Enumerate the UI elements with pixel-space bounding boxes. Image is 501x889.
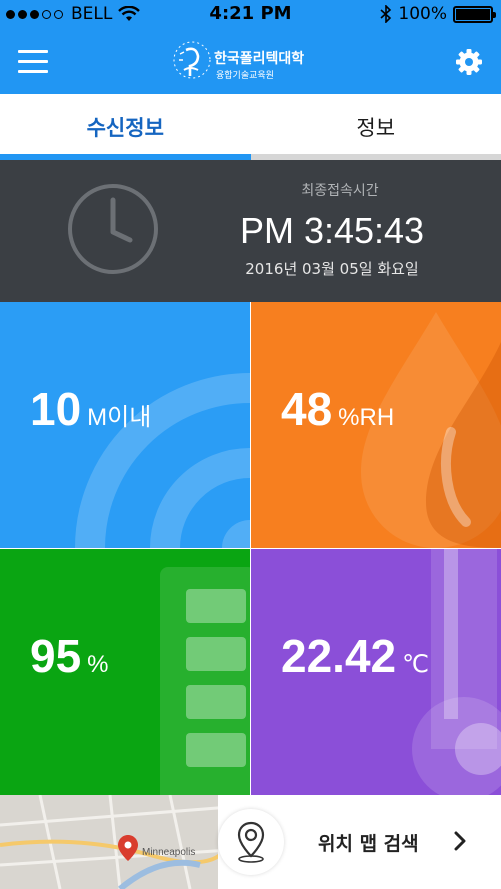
battery-tile[interactable]: 95% bbox=[0, 549, 250, 795]
logo-subtitle: 융합기술교육원 bbox=[216, 71, 274, 81]
map-pin-badge bbox=[218, 809, 284, 875]
status-right: 100% bbox=[380, 4, 496, 24]
temperature-unit: ℃ bbox=[402, 651, 430, 678]
gear-icon bbox=[456, 49, 482, 75]
map-search-label: 위치 맵 검색 bbox=[318, 833, 419, 855]
distance-unit: M이내 bbox=[87, 404, 152, 431]
map-search-button[interactable]: 위치 맵 검색 bbox=[218, 795, 501, 889]
map-place-label: Minneapolis bbox=[142, 847, 196, 858]
tab-bar: 수신정보 정보 bbox=[0, 94, 501, 160]
humidity-value: 48 %RH bbox=[281, 382, 394, 436]
humidity-tile[interactable]: 48 %RH bbox=[251, 302, 501, 548]
last-access-panel: 최종접속시간 PM 3:45:43 2016년 03월 05일 화요일 bbox=[0, 160, 501, 302]
battery-number: 95 bbox=[30, 630, 82, 682]
last-access-label: 최종접속시간 bbox=[301, 183, 379, 199]
tab-label: 수신정보 bbox=[86, 116, 164, 140]
tab-info[interactable]: 정보 bbox=[250, 94, 501, 160]
distance-value: 10 M이내 bbox=[30, 382, 151, 436]
logo-title: 한국폴리텍대학 bbox=[214, 51, 305, 67]
app-logo: 한국폴리텍대학 융합기술교육원 bbox=[170, 38, 330, 86]
status-bar: BELL 4:21 PM 100% bbox=[0, 0, 501, 30]
tab-label: 정보 bbox=[356, 116, 396, 140]
temperature-number: 22.42 bbox=[281, 630, 397, 682]
clock-icon bbox=[68, 184, 158, 274]
distance-number: 10 bbox=[30, 383, 82, 435]
menu-button[interactable] bbox=[18, 50, 48, 74]
last-access-date: 2016년 03월 05일 화요일 bbox=[245, 260, 419, 278]
battery-percent: 100% bbox=[398, 4, 447, 24]
temperature-tile[interactable]: 22.42 ℃ bbox=[251, 549, 501, 795]
distance-tile[interactable]: 10 M이내 bbox=[0, 302, 250, 548]
humidity-unit: %RH bbox=[338, 404, 395, 431]
polytech-logo-icon bbox=[173, 41, 211, 79]
hamburger-icon bbox=[18, 50, 48, 53]
humidity-number: 48 bbox=[281, 383, 333, 435]
bluetooth-icon bbox=[380, 5, 392, 23]
battery-value: 95% bbox=[30, 629, 109, 683]
location-pin-icon bbox=[237, 821, 265, 863]
settings-button[interactable] bbox=[455, 48, 483, 76]
battery-icon bbox=[453, 5, 496, 23]
chevron-right-icon bbox=[454, 831, 466, 851]
temperature-value: 22.42 ℃ bbox=[281, 629, 429, 683]
tab-received-info[interactable]: 수신정보 bbox=[0, 94, 251, 160]
nav-bar: 한국폴리텍대학 융합기술교육원 bbox=[0, 30, 501, 94]
battery-unit: % bbox=[87, 651, 109, 678]
last-access-time: PM 3:45:43 bbox=[239, 210, 425, 251]
